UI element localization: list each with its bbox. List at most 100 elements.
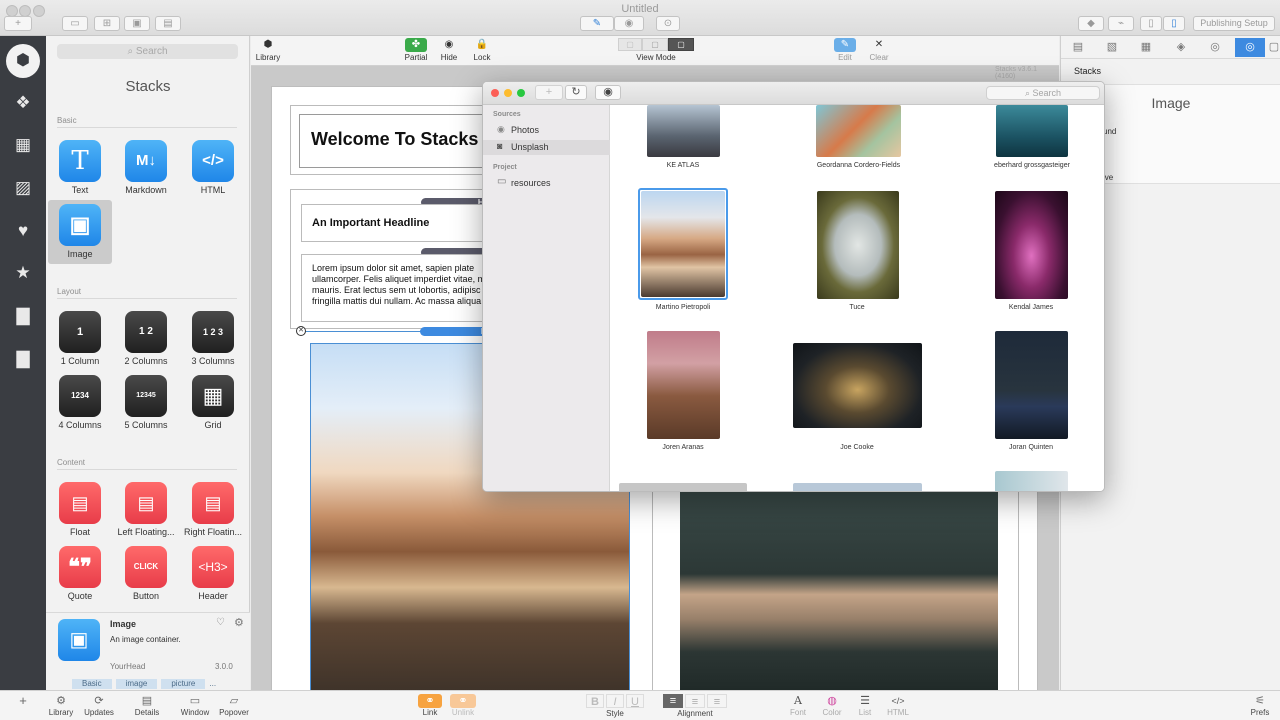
- zoom-window-button[interactable]: [517, 89, 525, 97]
- clear-button[interactable]: ✕ Clear: [867, 38, 891, 62]
- photo-thumbnail[interactable]: [995, 191, 1068, 299]
- add-icon[interactable]: +: [16, 694, 30, 708]
- stack-grid[interactable]: ▦ Grid: [181, 371, 245, 435]
- photo-thumbnail[interactable]: [647, 105, 720, 157]
- minimize-window-button[interactable]: [504, 89, 512, 97]
- sidebar-left-toggle-icon[interactable]: ▯: [1140, 16, 1162, 31]
- photo-thumbnail[interactable]: [793, 343, 922, 428]
- photos-search-input[interactable]: ⌕ Search: [986, 86, 1100, 100]
- view-mode-control[interactable]: ▢ ▢ ▢ View Mode: [615, 38, 697, 62]
- stack-5-columns[interactable]: 12345 5 Columns: [114, 371, 178, 435]
- photo-thumbnail[interactable]: [995, 471, 1068, 491]
- refresh-icon[interactable]: ↻: [565, 85, 587, 100]
- stacks-inspector-icon[interactable]: ◎: [1235, 38, 1265, 57]
- close-icon[interactable]: ✕: [296, 326, 306, 336]
- align-center-icon[interactable]: ≡: [685, 694, 705, 708]
- stack-right-floating[interactable]: ▤ Right Floatin...: [181, 478, 245, 542]
- view-mode-small-icon[interactable]: ▢: [618, 38, 642, 51]
- blocks-icon[interactable]: ❖: [0, 87, 46, 119]
- italic-icon[interactable]: I: [606, 694, 624, 708]
- preview-button[interactable]: ▣: [124, 16, 150, 31]
- view-mode-medium-icon[interactable]: ▢: [642, 38, 668, 51]
- header-stack-outer[interactable]: Welcome To Stacks: [290, 105, 510, 175]
- window-button[interactable]: ▭ Window: [179, 694, 211, 717]
- preview-mode-icon[interactable]: ◉: [614, 16, 644, 31]
- source-item-photos[interactable]: ◉ Photos: [483, 123, 610, 138]
- photo-thumbnail[interactable]: [793, 483, 922, 491]
- updates-button[interactable]: ⟳ Updates: [82, 694, 116, 717]
- site-inspector-icon[interactable]: ▦: [1131, 38, 1161, 57]
- source-item-unsplash[interactable]: ◙ Unsplash: [483, 140, 610, 155]
- style-control[interactable]: B I U Style: [582, 694, 648, 718]
- welcome-heading[interactable]: Welcome To Stacks: [311, 129, 478, 150]
- font-button[interactable]: A Font: [787, 694, 809, 717]
- partial-button[interactable]: ✤ Partial: [402, 38, 430, 62]
- color-button[interactable]: ◍ Color: [820, 694, 844, 717]
- align-right-icon[interactable]: ≡: [707, 694, 727, 708]
- stack-float[interactable]: ▤ Float: [48, 478, 112, 542]
- layout-inspector-icon[interactable]: ▧: [1097, 38, 1127, 57]
- lock-button[interactable]: 🔒 Lock: [470, 38, 494, 62]
- stack-image[interactable]: ▣ Image: [48, 200, 112, 264]
- stack-header[interactable]: <H3> Header: [181, 542, 245, 606]
- content-stack-outer[interactable]: Header An Important Headline Text Lorem …: [290, 189, 511, 329]
- folder-icon[interactable]: ▇: [0, 300, 46, 332]
- site-button[interactable]: ▭: [62, 16, 88, 31]
- sidebar-right-toggle-icon[interactable]: ▯: [1163, 16, 1185, 31]
- stack-markdown[interactable]: M↓ Markdown: [114, 136, 178, 200]
- photo-thumbnail[interactable]: [995, 331, 1068, 439]
- photo-thumbnail[interactable]: [996, 105, 1068, 157]
- html-button[interactable]: </> HTML: [885, 694, 911, 717]
- grid-icon[interactable]: ▦: [0, 129, 46, 161]
- page-inspector-icon[interactable]: ▤: [1063, 38, 1093, 57]
- list-button[interactable]: ☰ List: [855, 694, 875, 717]
- tag[interactable]: picture: [161, 679, 206, 689]
- tag[interactable]: Basic: [72, 679, 112, 689]
- more-icon[interactable]: ▢: [1267, 38, 1280, 57]
- gear-icon[interactable]: ⚙: [234, 616, 244, 629]
- alignment-control[interactable]: ≡ ≡ ≡ Alignment: [662, 694, 728, 718]
- photo-thumbnail[interactable]: [619, 483, 747, 491]
- stack-quote[interactable]: ❝❞ Quote: [48, 542, 112, 606]
- heart-icon[interactable]: ♥: [0, 215, 46, 247]
- tag[interactable]: image: [115, 679, 158, 689]
- headline-stack[interactable]: An Important Headline: [301, 204, 511, 242]
- text-stack[interactable]: Lorem ipsum dolor sit amet, sapien plate…: [301, 254, 511, 322]
- folder-icon[interactable]: ▇: [0, 343, 46, 375]
- hide-button[interactable]: ◉ Hide: [437, 38, 461, 62]
- edit-button[interactable]: ✎ Edit: [833, 38, 857, 62]
- publishing-setup-button[interactable]: Publishing Setup: [1193, 16, 1275, 31]
- stack-2-columns[interactable]: 1 2 2 Columns: [114, 307, 178, 371]
- tag-inspector-icon[interactable]: ◈: [1166, 38, 1196, 57]
- star-icon[interactable]: ★: [0, 257, 46, 289]
- headline-text[interactable]: An Important Headline: [312, 217, 429, 229]
- bold-icon[interactable]: B: [586, 694, 604, 708]
- target-inspector-icon[interactable]: ◎: [1200, 38, 1230, 57]
- resources-button[interactable]: ◆: [1078, 16, 1104, 31]
- image-icon[interactable]: ▨: [0, 172, 46, 204]
- lorem-text[interactable]: Lorem ipsum dolor sit amet, sapien plate…: [312, 263, 502, 307]
- prefs-button[interactable]: ⚟ Prefs: [1248, 694, 1272, 717]
- add-page-button[interactable]: +: [4, 16, 32, 31]
- library-search-input[interactable]: ⌕ Search: [57, 44, 238, 59]
- link-button[interactable]: ⚭ Link: [418, 694, 442, 717]
- view-mode-large-icon[interactable]: ▢: [668, 38, 694, 51]
- pool-image-photo[interactable]: [680, 492, 998, 690]
- analytics-button[interactable]: ⌁: [1108, 16, 1134, 31]
- project-item-resources[interactable]: ▭ resources: [483, 176, 610, 191]
- close-window-button[interactable]: [491, 89, 499, 97]
- stack-html[interactable]: </> HTML: [181, 136, 245, 200]
- stack-4-columns[interactable]: 1234 4 Columns: [48, 371, 112, 435]
- edit-mode-icon[interactable]: ✎: [580, 16, 614, 31]
- heart-icon[interactable]: ♡: [216, 617, 225, 628]
- pages-button[interactable]: ▤: [155, 16, 181, 31]
- unlink-button[interactable]: ⚭ Unlink: [450, 694, 476, 717]
- popover-button[interactable]: ▱ Popover: [217, 694, 251, 717]
- library-button[interactable]: ⚙ Library: [46, 694, 76, 717]
- details-button[interactable]: ▤ Details: [131, 694, 163, 717]
- photo-thumbnail[interactable]: [816, 105, 901, 157]
- photo-thumbnail[interactable]: [641, 191, 725, 297]
- hierarchy-button[interactable]: ⊞: [94, 16, 120, 31]
- stack-text[interactable]: T Text: [48, 136, 112, 200]
- add-button[interactable]: +: [535, 85, 563, 100]
